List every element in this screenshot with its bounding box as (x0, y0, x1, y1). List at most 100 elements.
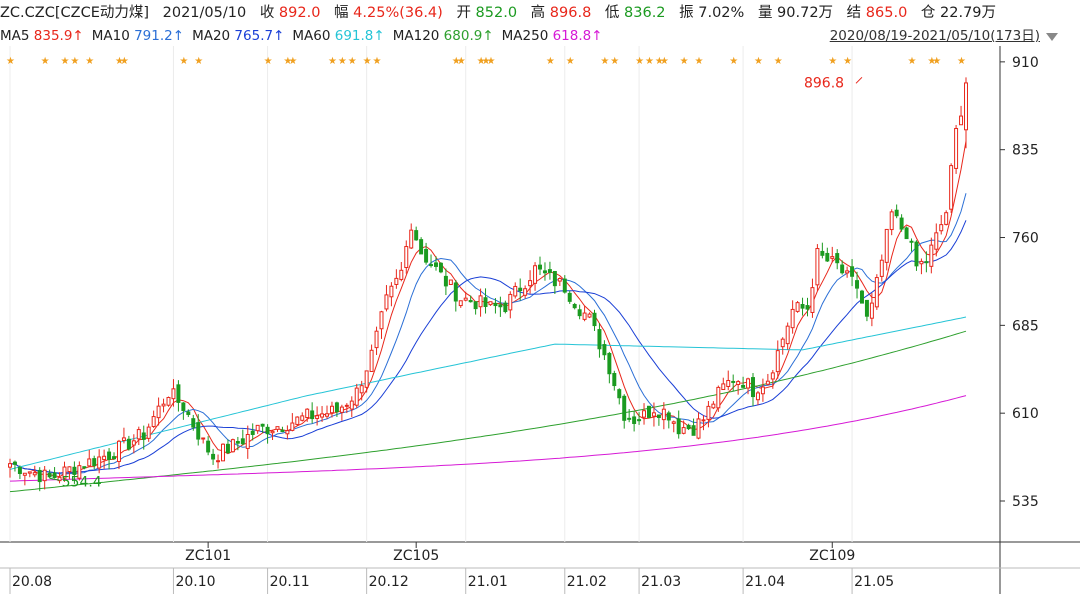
candle-body (795, 302, 800, 312)
candle-body (671, 421, 676, 424)
triangle-down-icon[interactable] (1044, 30, 1060, 44)
candlestick-chart[interactable]: 535610685760835910★ ★ ★ ★ ★ ★★ ★ ★ ★ ★★ ★ ★ ★ ★ ★ ★★ ★★★… (0, 46, 1080, 594)
candle-body (850, 266, 855, 277)
candle-body (904, 227, 909, 240)
candle-body (765, 380, 770, 385)
candle-body (736, 381, 741, 385)
candle-body (315, 415, 320, 419)
ma-line-ma10 (9, 193, 967, 475)
candle-body (230, 439, 235, 453)
candle-body (557, 278, 562, 282)
candle-body (136, 429, 141, 440)
amp-label: 振 (679, 5, 694, 21)
candle-body (884, 228, 889, 263)
candle-body (859, 290, 864, 304)
candle-body (349, 400, 354, 410)
candle-body (196, 422, 201, 440)
candle-body (409, 229, 414, 249)
change-label: 幅 (334, 5, 349, 21)
candle-body (250, 430, 255, 435)
candle-body (503, 302, 508, 313)
candle-body (225, 443, 230, 454)
candle-body (458, 300, 463, 307)
candle-body (656, 414, 661, 419)
star-icon: ★ (774, 56, 783, 67)
candle-body (434, 262, 438, 267)
candle-body (429, 264, 434, 267)
candle-body (790, 308, 795, 329)
candle-body (711, 403, 716, 409)
ma-legend-ma60: MA60 691.8↑ (292, 28, 384, 44)
candle-body (899, 217, 904, 230)
star-icon: ★ (194, 56, 203, 67)
ma-label: MA60 (292, 28, 335, 44)
star-icon: ★ (932, 56, 941, 67)
star-icon: ★ (6, 56, 15, 67)
candle-body (211, 453, 216, 460)
x-tick-label: 20.08 (12, 574, 52, 590)
candle-body (240, 438, 245, 445)
annotation-pointer (855, 76, 863, 84)
annotation-label: 896.8 (804, 75, 844, 91)
candle-body (265, 426, 270, 435)
candle-body (582, 312, 587, 320)
low-label: 低 (604, 5, 620, 21)
y-tick-label: 610 (1012, 406, 1039, 422)
x-tick-label: 20.10 (175, 574, 215, 590)
candle-body (518, 287, 523, 292)
star-icon: ★ (843, 56, 852, 67)
y-tick-label: 910 (1012, 55, 1039, 71)
candle-body (379, 311, 384, 330)
candle-body (270, 430, 275, 434)
candle-body (508, 293, 513, 311)
candle-body (889, 211, 894, 231)
candle-body (156, 405, 161, 419)
candle-body (171, 388, 176, 400)
symbol-name[interactable]: ZC.CZC[CZCE动力煤] (0, 0, 149, 26)
candle-body (800, 304, 805, 309)
open-label: 开 (456, 5, 471, 21)
candle-body (869, 302, 874, 319)
candle-body (810, 287, 815, 313)
candle-body (325, 413, 330, 417)
candle-body (642, 410, 647, 418)
candle-body (424, 248, 429, 263)
candle-body (706, 405, 711, 420)
candle-body (191, 418, 196, 428)
candle-body (661, 408, 666, 421)
candle-body (121, 437, 126, 441)
star-icon: ★ (338, 56, 347, 67)
date-range-selector[interactable]: 2020/08/19-2021/05/10(173日) (830, 26, 1040, 46)
date-range-text[interactable]: 2020/08/19-2021/05/10(173日) (830, 28, 1040, 44)
star-icon: ★ (348, 56, 357, 67)
ma-label: MA10 (91, 28, 135, 44)
candle-body (770, 372, 775, 380)
candle-body (221, 443, 225, 462)
candle-body (538, 264, 542, 270)
candle-body (216, 460, 221, 463)
candle-body (637, 419, 642, 422)
candle-body (22, 472, 27, 476)
candle-body (17, 467, 22, 474)
candle-body (359, 385, 364, 394)
y-tick-label: 835 (1012, 143, 1039, 159)
contract-label: ZC101 (185, 548, 231, 564)
candle-body (32, 472, 37, 476)
candle-body (448, 279, 453, 285)
x-tick-label: 21.02 (567, 574, 607, 590)
candle-body (27, 471, 32, 474)
ma-legend-ma250: MA250 618.8↑ (502, 28, 603, 44)
candle-body (389, 285, 394, 298)
star-icon: ★ (754, 56, 763, 67)
candle-body (344, 404, 349, 407)
candle-body (825, 252, 830, 262)
ma-legend-ma120: MA120 680.9↑ (393, 28, 494, 44)
ma-label: MA120 (392, 28, 444, 44)
candle-body (275, 426, 280, 430)
candle-body (394, 277, 399, 285)
candle-body (329, 405, 334, 414)
candle-body (166, 396, 171, 406)
candle-body (934, 232, 939, 250)
candle-body (879, 259, 884, 277)
star-icon: ★ (60, 56, 69, 67)
